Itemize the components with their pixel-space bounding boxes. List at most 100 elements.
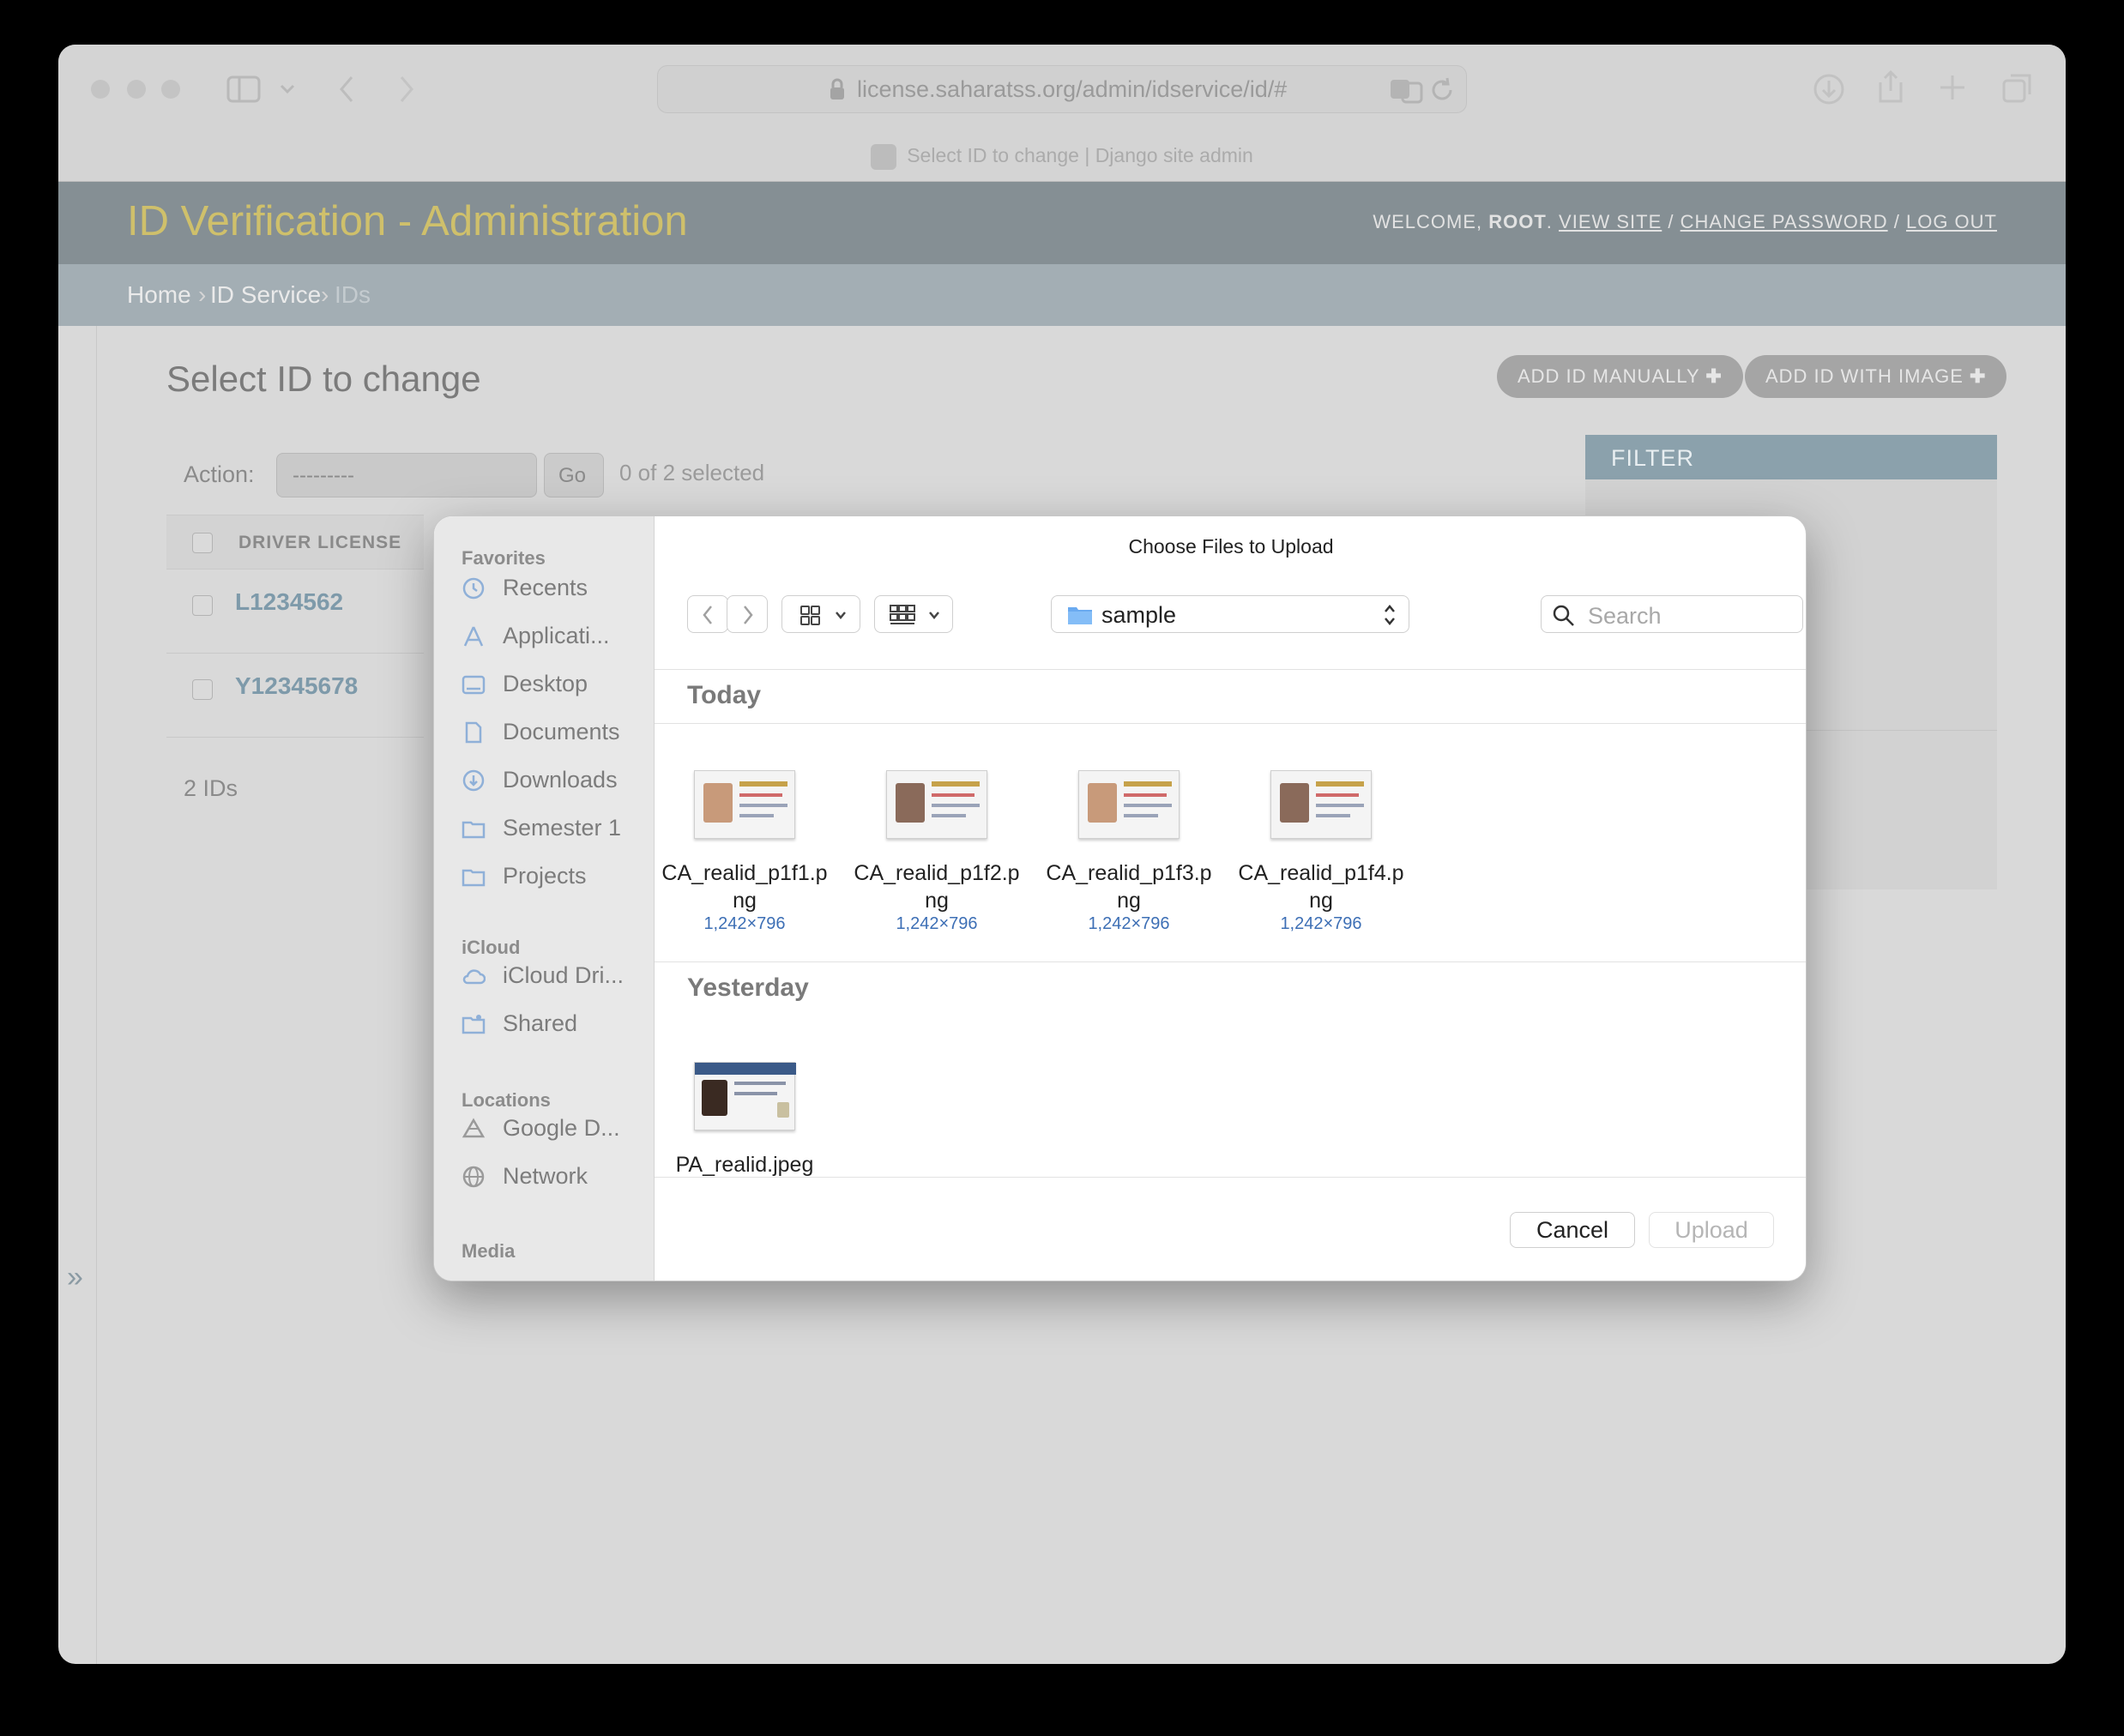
user-tools: WELCOME, ROOT. VIEW SITE / CHANGE PASSWO…: [1373, 211, 1997, 232]
close-window-button[interactable]: [91, 80, 110, 99]
desktop-icon: [462, 675, 486, 695]
search-field[interactable]: Search: [1541, 595, 1803, 633]
file-item[interactable]: CA_realid_p1f1.png 1,242×796: [655, 770, 835, 934]
location-popup[interactable]: sample: [1051, 595, 1409, 633]
row-link[interactable]: Y12345678: [235, 672, 358, 700]
icloud-heading: iCloud: [462, 937, 521, 958]
file-item[interactable]: CA_realid_p1f4.png 1,242×796: [1231, 770, 1411, 934]
id-card-thumbnail: [694, 770, 795, 839]
sidebar-item-label: Google D...: [503, 1115, 620, 1141]
go-button[interactable]: Go: [544, 453, 604, 497]
section-today: Today: [687, 681, 762, 709]
admin-header: ID Verification - Administration WELCOME…: [58, 182, 2066, 264]
row-checkbox[interactable]: [192, 595, 213, 616]
minimize-window-button[interactable]: [127, 80, 146, 99]
favorites-heading: Favorites: [462, 547, 546, 569]
sidebar-toggle-icon[interactable]: [226, 75, 261, 103]
browser-window: license.saharatss.org/admin/idservice/id…: [58, 45, 2066, 1664]
breadcrumb-app[interactable]: ID Service: [210, 281, 321, 309]
file-item[interactable]: CA_realid_p1f3.png 1,242×796: [1039, 770, 1219, 934]
breadcrumb-home[interactable]: Home: [127, 281, 191, 309]
go-button-label: Go: [558, 464, 587, 487]
sidebar-item-label: Recents: [503, 575, 588, 600]
share-icon[interactable]: [1875, 69, 1906, 105]
forward-button[interactable]: [727, 595, 768, 633]
change-password-link[interactable]: CHANGE PASSWORD: [1680, 211, 1888, 232]
sidebar-item-recents[interactable]: Recents: [462, 570, 650, 607]
file-item[interactable]: CA_realid_p1f2.png 1,242×796: [847, 770, 1027, 934]
plus-icon: ✚: [1970, 365, 1987, 387]
sidebar-item-icloud-drive[interactable]: iCloud Dri...: [462, 957, 650, 995]
expand-sidebar-icon[interactable]: »: [67, 1261, 83, 1294]
divider: [655, 961, 1806, 962]
breadcrumb-separator: ›: [198, 281, 207, 308]
address-bar[interactable]: license.saharatss.org/admin/idservice/id…: [657, 65, 1467, 113]
view-site-link[interactable]: VIEW SITE: [1559, 211, 1662, 232]
cancel-button[interactable]: Cancel: [1510, 1212, 1635, 1248]
sidebar-item-label: Projects: [503, 863, 587, 889]
add-id-manually-label: ADD ID MANUALLY: [1518, 365, 1700, 387]
file-chooser-dialog: Favorites Recents Applicati... Desktop D…: [433, 515, 1807, 1281]
sidebar-item-documents[interactable]: Documents: [462, 714, 650, 751]
id-card-thumbnail: [1078, 770, 1180, 839]
translate-icon[interactable]: [1389, 76, 1423, 104]
forward-icon[interactable]: [398, 75, 415, 103]
action-label: Action:: [184, 461, 255, 487]
site-favicon-icon: [871, 144, 897, 170]
search-icon: [1553, 605, 1574, 626]
file-name: CA_realid_p1f2.png: [854, 861, 1020, 913]
chevron-right-icon: [744, 606, 753, 624]
sidebar-item-downloads[interactable]: Downloads: [462, 762, 650, 799]
column-header-driver-license[interactable]: DRIVER LICENSE: [238, 533, 401, 553]
divider: [655, 669, 1806, 670]
dialog-main: Choose Files to Upload sample Search Tod…: [655, 516, 1806, 1281]
file-item[interactable]: PA_realid.jpeg: [655, 1062, 835, 1177]
row-checkbox[interactable]: [192, 679, 213, 700]
download-icon: [462, 769, 485, 792]
chevron-down-icon[interactable]: [280, 84, 295, 94]
table-row: Y12345678: [166, 654, 424, 738]
add-id-with-image-label: ADD ID WITH IMAGE: [1765, 365, 1964, 387]
file-name: CA_realid_p1f4.png: [1238, 861, 1404, 913]
action-select[interactable]: ---------: [276, 453, 537, 497]
add-id-with-image-button[interactable]: ADD ID WITH IMAGE ✚: [1745, 355, 2007, 398]
sidebar-item-label: Applicati...: [503, 623, 610, 648]
drive-icon: [462, 1118, 486, 1138]
table-header: DRIVER LICENSE: [166, 515, 424, 570]
sidebar-item-network[interactable]: Network: [462, 1158, 650, 1196]
sidebar-item-label: Downloads: [503, 767, 618, 793]
result-count: 2 IDs: [184, 775, 238, 801]
sidebar-item-applications[interactable]: Applicati...: [462, 618, 650, 655]
sidebar-item-projects[interactable]: Projects: [462, 858, 650, 895]
tab-overview-icon[interactable]: [2000, 72, 2035, 106]
reload-icon[interactable]: [1428, 76, 1456, 104]
grid-view-icon: [800, 606, 846, 625]
separator: /: [1893, 211, 1900, 232]
selected-count: 0 of 2 selected: [619, 460, 765, 485]
sidebar-item-semester-1[interactable]: Semester 1: [462, 810, 650, 847]
url-text: license.saharatss.org/admin/idservice/id…: [857, 76, 1288, 102]
site-brand[interactable]: ID Verification - Administration: [127, 197, 688, 245]
divider: [655, 723, 1806, 724]
back-button[interactable]: [687, 595, 728, 633]
dialog-title: Choose Files to Upload: [1128, 535, 1334, 558]
select-all-checkbox[interactable]: [192, 533, 213, 553]
row-link[interactable]: L1234562: [235, 588, 343, 616]
upload-button[interactable]: Upload: [1649, 1212, 1774, 1248]
download-icon[interactable]: [1812, 72, 1846, 106]
sidebar-item-google-drive[interactable]: Google D...: [462, 1110, 650, 1148]
sidebar-item-shared[interactable]: Shared: [462, 1005, 650, 1043]
sidebar-item-desktop[interactable]: Desktop: [462, 666, 650, 703]
log-out-link[interactable]: LOG OUT: [1906, 211, 1997, 232]
group-mode-button[interactable]: [874, 595, 953, 633]
page-title: Select ID to change: [166, 359, 481, 399]
new-tab-icon[interactable]: [1937, 72, 1968, 103]
sidebar-item-label: Desktop: [503, 671, 588, 696]
sidebar-item-label: Documents: [503, 719, 620, 744]
back-icon[interactable]: [338, 75, 355, 103]
zoom-window-button[interactable]: [161, 80, 180, 99]
folder-icon: [1068, 607, 1092, 624]
view-mode-button[interactable]: [781, 595, 860, 633]
file-name: CA_realid_p1f3.png: [1046, 861, 1212, 913]
add-id-manually-button[interactable]: ADD ID MANUALLY ✚: [1497, 355, 1743, 398]
